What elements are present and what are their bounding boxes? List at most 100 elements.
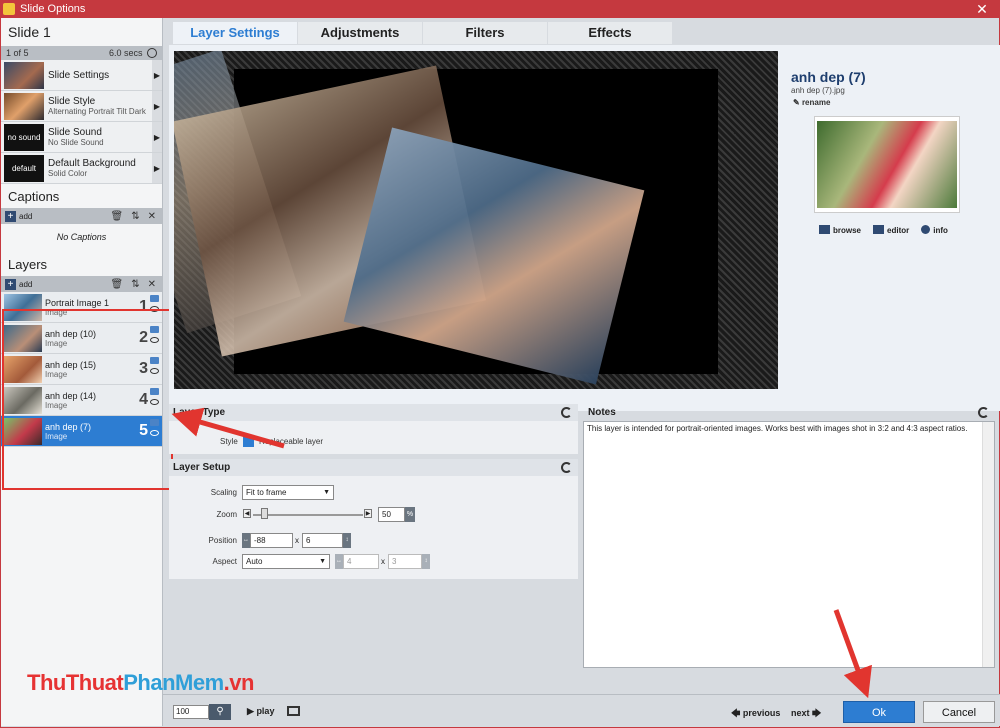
reset-icon[interactable] [561,462,572,473]
aspect-y-spinner-icon[interactable]: ↕ [422,554,430,569]
scaling-select[interactable]: Fit to frame ▼ [242,485,334,500]
fullscreen-icon[interactable] [287,706,300,716]
add-icon[interactable]: + [5,278,16,290]
caption-tools: 🗑 ⇅ ✕ [111,211,156,222]
tab-adjustments[interactable]: Adjustments [298,22,422,44]
option-slide-sound[interactable]: no sound Slide Sound No Slide Sound ▶ [1,122,162,153]
play-button[interactable]: ▶ play [247,706,274,717]
magnifier-icon[interactable]: ⚲ [209,704,231,720]
tab-layer-settings[interactable]: Layer Settings [173,22,297,44]
title-bar: Slide Options ✕ [0,0,1000,18]
slide-preview[interactable] [174,51,778,389]
chevron-down-icon: ▼ [323,489,330,496]
position-x-separator: x [295,536,299,545]
chevron-right-icon[interactable]: ▶ [152,153,162,183]
aspect-x-separator: x [381,557,385,566]
zoom-slider-track[interactable] [253,514,363,516]
reorder-icon[interactable]: ⇅ [131,279,139,290]
clock-icon[interactable] [147,48,157,58]
add-icon[interactable]: + [5,210,16,222]
close-icon[interactable]: ✕ [964,0,1000,18]
add-caption-button[interactable]: add [19,212,32,221]
replaceable-label: Replaceable layer [259,437,324,446]
position-x-spinner-icon[interactable]: ↔ [242,533,250,548]
add-layer-button[interactable]: add [19,280,32,289]
trash-icon[interactable]: 🗑 [111,279,124,290]
notes-title: Notes [588,407,616,418]
previous-button[interactable]: 🡄 previous [731,706,780,722]
zoom-unit: % [405,507,415,522]
cancel-button[interactable]: Cancel [923,701,995,723]
layers-title: Layers [8,257,48,272]
editor-button[interactable]: editor [873,225,909,235]
info-button[interactable]: info [921,225,948,235]
slide-style-thumb [4,92,44,120]
option-slide-settings[interactable]: Slide Settings ▶ [1,60,162,91]
captions-toolbar: + add 🗑 ⇅ ✕ [1,208,162,224]
aspect-select[interactable]: Auto ▼ [242,554,330,569]
rename-label: rename [801,98,831,107]
option-slide-style[interactable]: Slide Style Alternating Portrait Tilt Dar… [1,91,162,122]
notes-textarea[interactable]: This layer is intended for portrait-orie… [583,421,995,668]
pencil-icon: ✎ [793,98,800,107]
aspect-x-input[interactable]: 4 [343,554,379,569]
browse-button[interactable]: browse [819,225,861,235]
aspect-y-input[interactable]: 3 [388,554,422,569]
tab-effects[interactable]: Effects [548,22,672,44]
layer-type-body: Style Replaceable layer [169,421,578,454]
tab-filters[interactable]: Filters [423,22,547,44]
preview-zoom-input[interactable]: 100 [173,705,209,719]
option-sub: No Slide Sound [48,138,104,147]
trash-icon[interactable]: 🗑 [111,211,124,222]
notes-text: This layer is intended for portrait-orie… [587,424,968,433]
dialog-window: Slide 1 1 of 5 6.0 secs Slide Settings ▶… [0,18,1000,728]
arrow-right-icon: 🡆 [812,708,822,718]
aspect-x-spinner-icon[interactable]: ↔ [335,554,343,569]
caption-icon[interactable] [150,295,159,302]
zoom-increase-icon[interactable]: ▶ [364,509,372,518]
slide-count: 1 of 5 [6,48,29,58]
watermark: ThuThuatPhanMem.vn [27,670,254,696]
style-label: Style [220,437,238,446]
layer-tools: 🗑 ⇅ ✕ [111,279,156,290]
info-label: info [933,226,948,235]
chevron-right-icon[interactable]: ▶ [152,91,162,121]
no-captions-text: No Captions [56,232,107,242]
ok-button[interactable]: Ok [843,701,915,723]
captions-title: Captions [8,189,60,204]
window-title: Slide Options [20,3,86,15]
position-label: Position [208,536,237,545]
editor-icon [873,225,885,234]
layer-setup-body: Scaling Fit to frame ▼ Zoom ◀ ▶ 50 % Posi… [169,476,578,579]
editor-label: editor [887,226,910,235]
position-y-spinner-icon[interactable]: ↕ [343,533,351,548]
next-button[interactable]: next 🡆 [791,706,821,722]
reset-icon[interactable] [561,407,572,418]
reset-icon[interactable] [978,407,989,418]
notes-header: Notes [585,404,995,421]
arrow-left-icon: 🡄 [731,708,741,718]
browse-label: browse [833,226,862,235]
option-label: Slide Settings [48,69,110,81]
zoom-slider-thumb[interactable] [261,508,268,519]
replaceable-checkbox[interactable] [243,436,254,447]
bottom-bar: 100 ⚲ ▶ play 🡄 previous next 🡆 Ok Cancel [163,694,1000,726]
zoom-decrease-icon[interactable]: ◀ [243,509,251,518]
chevron-right-icon[interactable]: ▶ [152,60,162,90]
folder-icon [819,225,830,234]
rename-button[interactable]: ✎ rename [793,98,830,107]
tools-icon[interactable]: ✕ [148,211,156,222]
layer-name: Portrait Image 1 [45,297,110,308]
notes-scrollbar[interactable] [982,422,994,667]
next-label: next [791,708,810,718]
position-x-input[interactable]: -88 [250,533,293,548]
chevron-right-icon[interactable]: ▶ [152,122,162,152]
position-y-input[interactable]: 6 [302,533,343,548]
option-default-background[interactable]: default Default Background Solid Color ▶ [1,153,162,184]
zoom-input[interactable]: 50 [378,507,405,522]
thumbnail-picture [817,121,957,208]
tools-icon[interactable]: ✕ [148,279,156,290]
layers-toolbar: + add 🗑 ⇅ ✕ [1,276,162,292]
zoom-label: Zoom [216,510,237,519]
reorder-icon[interactable]: ⇅ [131,211,139,222]
